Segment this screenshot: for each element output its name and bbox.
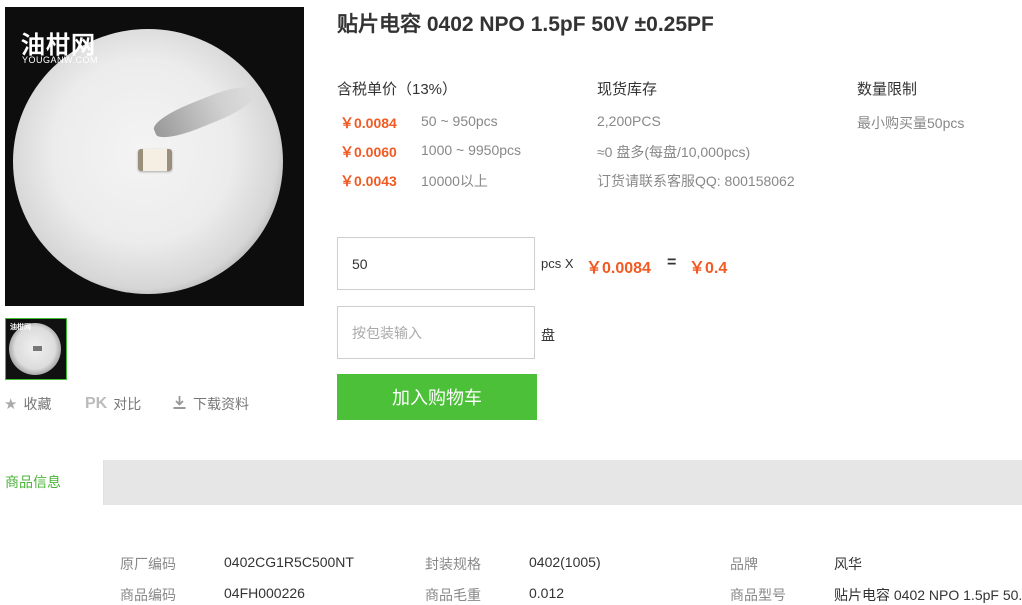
spec-value: 风华 bbox=[834, 556, 862, 572]
limit-header: 数量限制 bbox=[857, 81, 918, 98]
spec-value: 0.012 bbox=[529, 585, 565, 601]
spec-label: 商品型号 bbox=[730, 587, 786, 603]
compare-label: 对比 bbox=[113, 396, 142, 412]
pk-icon: PK bbox=[85, 395, 108, 412]
spec-value: 0402CG1R5C500NT bbox=[224, 554, 354, 570]
stock-contact: 订货请联系客服QQ: 800158062 bbox=[597, 173, 795, 189]
spec-label: 商品毛重 bbox=[425, 587, 481, 603]
product-title: 贴片电容 0402 NPO 1.5pF 50V ±0.25PF bbox=[337, 13, 714, 36]
spec-value: 贴片电容 0402 NPO 1.5pF 50... bbox=[834, 587, 1022, 603]
watermark-url: YOUGANW.COM bbox=[22, 55, 99, 65]
unit-price: ￥0.0084 bbox=[586, 260, 651, 277]
price-header: 含税单价（13%） bbox=[337, 81, 458, 98]
tier-price: ￥0.0084 bbox=[340, 115, 397, 131]
tier-range: 50 ~ 950pcs bbox=[421, 113, 498, 129]
spec-value: 04FH000226 bbox=[224, 585, 305, 601]
limit-text: 最小购买量50pcs bbox=[857, 115, 965, 131]
tier-price: ￥0.0043 bbox=[340, 173, 397, 189]
stock-reels: ≈0 盘多(每盘/10,000pcs) bbox=[597, 144, 751, 160]
favorite-button[interactable]: ★ 收藏 bbox=[4, 394, 51, 414]
tier-range: 1000 ~ 9950pcs bbox=[421, 142, 522, 158]
package-unit: 盘 bbox=[541, 327, 555, 343]
stock-header: 现货库存 bbox=[597, 81, 658, 98]
product-main-image: 油柑网 YOUGANW.COM bbox=[5, 7, 304, 306]
stock-quantity: 2,200PCS bbox=[597, 113, 661, 129]
quantity-input[interactable] bbox=[337, 237, 535, 290]
compare-button[interactable]: PK 对比 bbox=[85, 394, 141, 414]
download-icon bbox=[172, 395, 187, 413]
tab-bar: 商品信息 bbox=[0, 460, 1022, 505]
spec-label: 原厂编码 bbox=[120, 556, 176, 572]
package-input[interactable] bbox=[337, 306, 535, 359]
thumb-chip bbox=[33, 346, 42, 351]
product-thumbnail[interactable]: 油柑网 bbox=[5, 318, 67, 380]
spec-label: 品牌 bbox=[730, 556, 758, 572]
download-label: 下载资料 bbox=[193, 396, 249, 412]
tier-price: ￥0.0060 bbox=[340, 144, 397, 160]
tab-product-info[interactable]: 商品信息 bbox=[0, 460, 104, 505]
tier-range: 10000以上 bbox=[421, 173, 488, 189]
favorite-label: 收藏 bbox=[23, 396, 52, 412]
qty-unit: pcs X bbox=[541, 256, 574, 271]
spec-value: 0402(1005) bbox=[529, 554, 601, 570]
spec-label: 商品编码 bbox=[120, 587, 176, 603]
total-price: ￥0.4 bbox=[689, 260, 728, 277]
spec-label: 封装规格 bbox=[425, 556, 481, 572]
add-to-cart-button[interactable]: 加入购物车 bbox=[337, 374, 537, 420]
equals-sign: = bbox=[667, 254, 677, 271]
capacitor-chip bbox=[138, 149, 172, 171]
thumb-logo: 油柑网 bbox=[10, 324, 31, 331]
download-button[interactable]: 下载资料 bbox=[172, 394, 249, 414]
star-icon: ★ bbox=[4, 396, 18, 413]
